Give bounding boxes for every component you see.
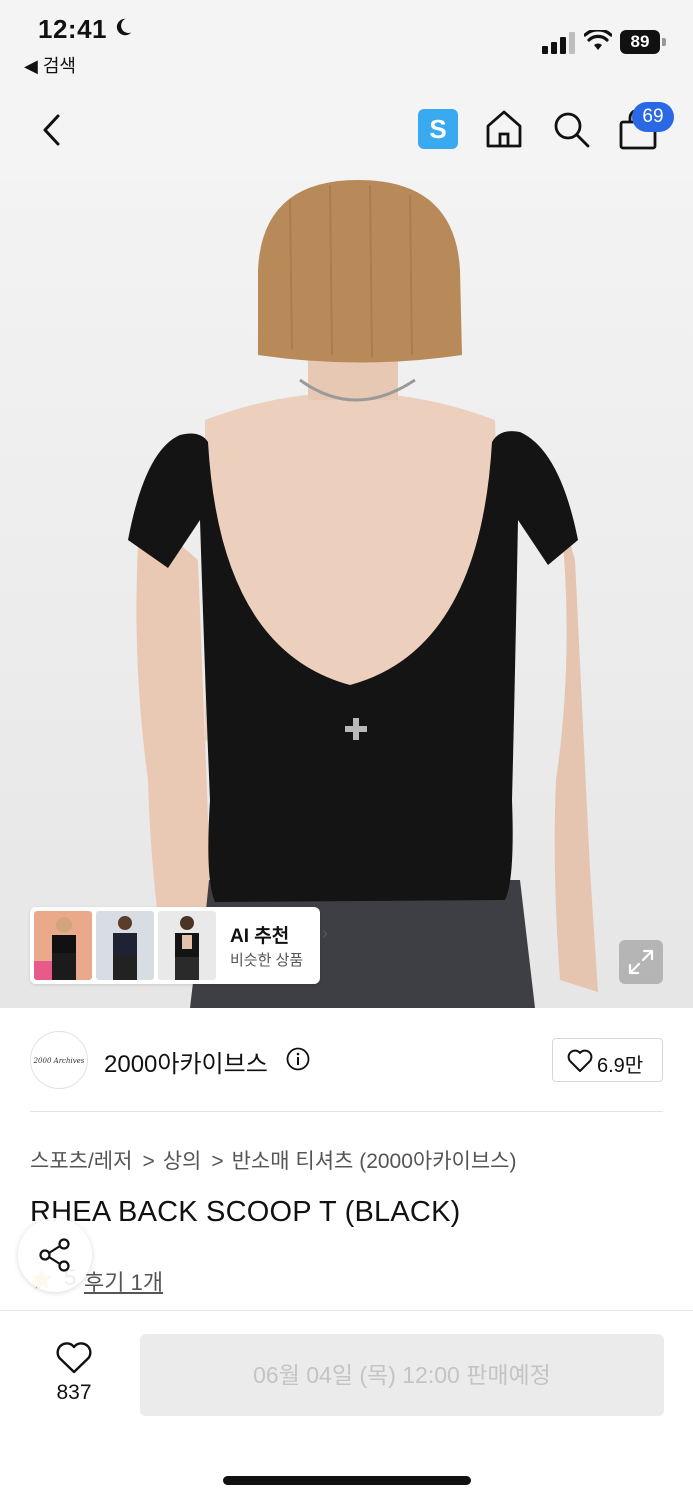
scheduled-sale-button[interactable]: 06월 04일 (목) 12:00 판매예정: [140, 1334, 664, 1416]
expand-icon: [628, 949, 654, 975]
breadcrumb: 스포츠/레저 > 상의 > 반소매 티셔츠 (2000아카이브스): [30, 1145, 517, 1175]
ai-recommend-subtitle: 비슷한 상품: [230, 952, 304, 969]
heart-icon: [567, 1049, 593, 1072]
cart-count-badge: 69: [632, 102, 674, 132]
product-image[interactable]: AI 추천 › 비슷한 상품: [0, 180, 693, 1008]
chevron-right-icon: ›: [322, 923, 328, 943]
breadcrumb-item[interactable]: 상의: [163, 1150, 202, 1173]
ai-recommend-title: AI 추천: [230, 926, 290, 947]
ai-recommendation-chip[interactable]: AI 추천 › 비슷한 상품: [30, 907, 328, 984]
battery-icon: 89: [620, 30, 666, 54]
share-icon: [39, 1238, 70, 1272]
back-chevron-icon[interactable]: [36, 110, 68, 150]
share-button[interactable]: [18, 1218, 92, 1292]
home-indicator[interactable]: [223, 1476, 471, 1485]
signal-icon: [542, 32, 575, 54]
ai-thumbnail: [96, 911, 154, 980]
heart-icon: [56, 1342, 92, 1374]
home-icon[interactable]: [484, 108, 524, 150]
brand-like-count: 6.9만: [597, 1055, 644, 1077]
ai-thumbnail: [34, 911, 92, 980]
brand-logo-text: 2000 Archives: [33, 1057, 85, 1065]
brand-logo[interactable]: 2000 Archives: [30, 1031, 88, 1089]
back-to-search-link[interactable]: ◀ 검색: [24, 52, 76, 78]
bottom-action-bar: 837 06월 04일 (목) 12:00 판매예정: [0, 1310, 693, 1500]
expand-image-button[interactable]: [619, 940, 663, 984]
wifi-icon: [584, 30, 612, 50]
store-logo-button[interactable]: S: [418, 109, 458, 149]
review-count-link[interactable]: 후기 1개: [84, 1265, 163, 1297]
status-bar: 12:41 ◀ 검색 89: [0, 0, 693, 90]
search-icon[interactable]: [551, 108, 591, 150]
brand-name-link[interactable]: 2000아카이브스: [104, 1044, 268, 1079]
ai-thumbnail: [158, 911, 216, 980]
chevron-right-icon: >: [211, 1150, 224, 1173]
chevron-right-icon: >: [142, 1150, 155, 1173]
product-title: RHEA BACK SCOOP T (BLACK): [30, 1196, 461, 1228]
brand-like-button[interactable]: 6.9만: [552, 1038, 663, 1082]
status-time: 12:41: [38, 14, 107, 44]
breadcrumb-item[interactable]: 반소매 티셔츠 (2000아카이브스): [232, 1150, 517, 1173]
breadcrumb-item[interactable]: 스포츠/레저: [30, 1150, 132, 1173]
moon-icon: [116, 18, 132, 36]
wishlist-count: 837: [56, 1381, 92, 1404]
battery-level: 89: [620, 30, 660, 54]
top-nav-bar: S 69: [0, 90, 693, 180]
wishlist-button[interactable]: 837: [48, 1339, 100, 1409]
divider: [30, 1111, 663, 1112]
model-illustration: [128, 180, 598, 1008]
info-icon[interactable]: [286, 1047, 310, 1071]
